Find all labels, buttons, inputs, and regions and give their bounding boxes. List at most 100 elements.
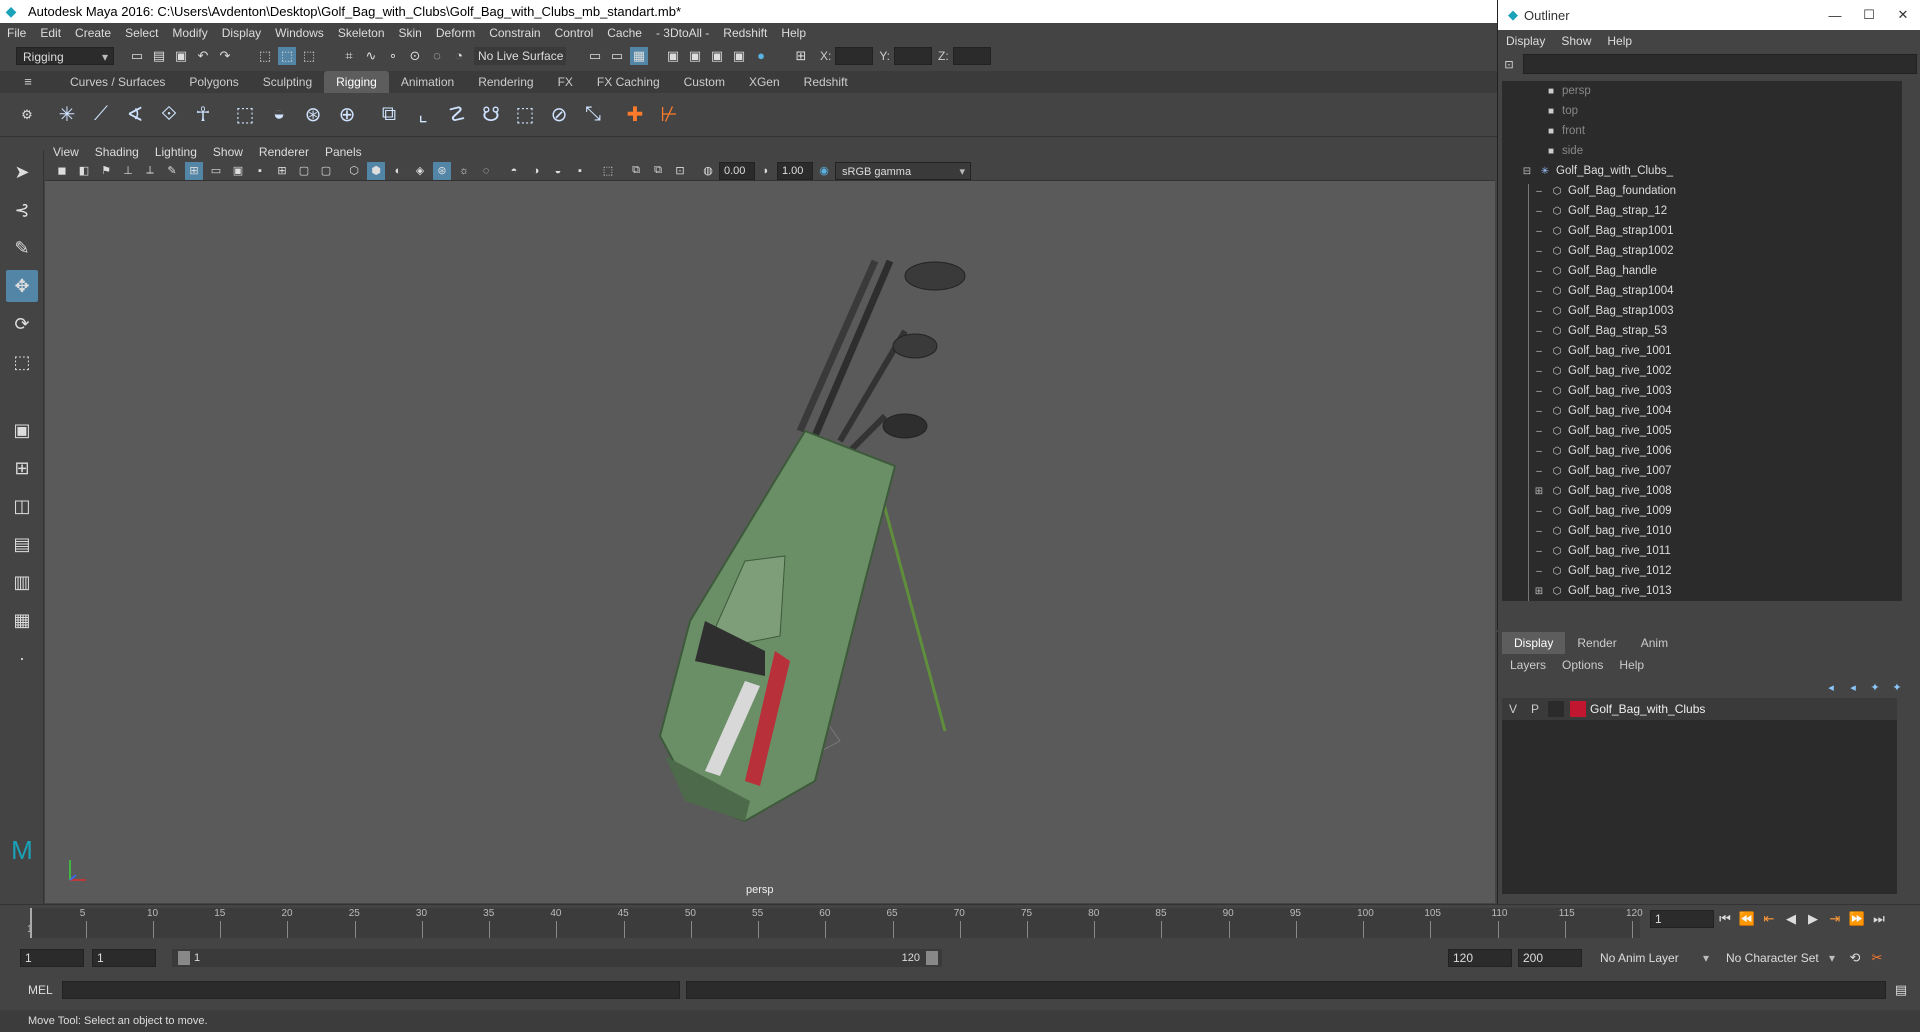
output-ops-icon[interactable]: ▭ <box>608 47 626 65</box>
go-to-end-icon[interactable]: ⏭ <box>1870 910 1888 928</box>
step-back-key-icon[interactable]: ⏪ <box>1738 910 1756 928</box>
select-component-icon[interactable]: ⬚ <box>300 47 318 65</box>
layer-visibility-toggle[interactable]: V <box>1502 702 1524 716</box>
collapse-icon[interactable]: ⊟ <box>1520 162 1534 182</box>
new-layer-selected-icon[interactable]: ✦ <box>1888 678 1906 696</box>
wrap-icon[interactable]: ⊛ <box>298 100 328 130</box>
paint-select-icon[interactable]: ✎ <box>6 232 38 264</box>
sidebar-toggle-icon[interactable]: ⊞ <box>792 47 810 65</box>
redo-icon[interactable]: ↷ <box>216 47 234 65</box>
close-icon[interactable]: ✕ <box>1894 6 1912 24</box>
menu-create[interactable]: Create <box>68 23 118 43</box>
mode-dropdown[interactable]: Rigging <box>16 46 114 66</box>
outliner-item-mesh[interactable]: – ⬡ Golf_Bag_handle <box>1502 261 1902 281</box>
outliner-item-mesh[interactable]: – ⬡ Golf_Bag_strap1001 <box>1502 221 1902 241</box>
range-inner-start-field[interactable]: 1 <box>92 949 156 967</box>
menu-edit[interactable]: Edit <box>33 23 68 43</box>
joint-tool-icon[interactable]: ✳ <box>52 100 82 130</box>
command-input[interactable] <box>62 981 680 999</box>
point-constraint-icon[interactable]: ⌞ <box>408 100 438 130</box>
select-tool-icon[interactable]: ➤ <box>6 156 38 188</box>
orient-constraint-icon[interactable]: ☋ <box>476 100 506 130</box>
undo-icon[interactable]: ↶ <box>194 47 212 65</box>
menu-redshift[interactable]: Redshift <box>716 23 774 43</box>
range-end-handle[interactable] <box>926 951 938 965</box>
script-editor-icon[interactable]: ▤ <box>1892 981 1910 999</box>
layer-menu-layers[interactable]: Layers <box>1502 658 1554 672</box>
maximize-icon[interactable]: ☐ <box>1860 6 1878 24</box>
render-view-icon[interactable]: ▣ <box>664 47 682 65</box>
character-set-dropdown[interactable]: No Character Set <box>1720 949 1840 967</box>
expand-icon[interactable]: ⊞ <box>1532 582 1546 601</box>
wireframe-icon[interactable]: ⬡ <box>345 162 363 180</box>
outliner-menu-show[interactable]: Show <box>1553 30 1599 52</box>
outliner-item-mesh[interactable]: – ⬡ Golf_bag_rive_1003 <box>1502 381 1902 401</box>
menu-3dtoall[interactable]: - 3DtoAll - <box>649 23 716 43</box>
image-plane-icon[interactable]: ⊥ <box>119 162 137 180</box>
outliner-item-mesh[interactable]: – ⬡ Golf_bag_rive_1004 <box>1502 401 1902 421</box>
outliner-item-mesh[interactable]: – ⬡ Golf_Bag_foundation <box>1502 181 1902 201</box>
x-field[interactable] <box>835 46 874 65</box>
2d-pan-zoom-icon[interactable]: ⟂ <box>141 162 159 180</box>
shelf-settings-icon[interactable]: ⚙ <box>18 106 36 124</box>
shelf-menu-icon[interactable]: ≡ <box>16 73 40 91</box>
xray-joints-icon[interactable]: ◑ <box>527 162 545 180</box>
outliner-item-mesh[interactable]: – ⬡ Golf_Bag_strap_53 <box>1502 321 1902 341</box>
layer-menu-options[interactable]: Options <box>1554 658 1611 672</box>
outliner-item-mesh[interactable]: – ⬡ Golf_bag_rive_1005 <box>1502 421 1902 441</box>
gate-mask-icon[interactable]: ▪ <box>251 162 269 180</box>
outliner-item-mesh[interactable]: – ⬡ Golf_bag_rive_1009 <box>1502 501 1902 521</box>
shelf-tab-fx-caching[interactable]: FX Caching <box>585 71 672 93</box>
bind-skin-icon[interactable]: ⧉ <box>374 100 404 130</box>
outliner-item-camera-persp[interactable]: ■ persp <box>1502 81 1902 101</box>
color-management-icon[interactable]: ◉ <box>815 162 833 180</box>
snap-curve-icon[interactable]: ∿ <box>362 47 380 65</box>
exposure-field[interactable]: 0.00 <box>719 161 755 180</box>
outliner-menu-display[interactable]: Display <box>1498 30 1553 52</box>
safe-action-icon[interactable]: ▢ <box>295 162 313 180</box>
panel-menu-renderer[interactable]: Renderer <box>251 143 317 161</box>
layout-single-icon[interactable]: ▣ <box>6 414 38 446</box>
outliner-filter-icon[interactable]: ⊡ <box>1500 55 1518 73</box>
step-forward-frame-icon[interactable]: ⇥ <box>1826 910 1844 928</box>
open-scene-icon[interactable]: ▤ <box>150 47 168 65</box>
xray-icon[interactable]: ◓ <box>505 162 523 180</box>
humanik-icon[interactable]: ☥ <box>188 100 218 130</box>
outliner-item-mesh[interactable]: – ⬡ Golf_Bag_strap1004 <box>1502 281 1902 301</box>
input-ops-icon[interactable]: ▭ <box>586 47 604 65</box>
time-slider[interactable]: 1 51015202530354045505560657075808590951… <box>27 908 1643 938</box>
menu-skeleton[interactable]: Skeleton <box>331 23 392 43</box>
camera-select-icon[interactable]: ◼ <box>53 162 71 180</box>
film-gate-icon[interactable]: ▭ <box>207 162 225 180</box>
shelf-tab-redshift[interactable]: Redshift <box>792 71 860 93</box>
panel-menu-shading[interactable]: Shading <box>87 143 147 161</box>
layer-tab-display[interactable]: Display <box>1502 632 1566 654</box>
insert-joint-icon[interactable]: ⟐ <box>154 100 184 130</box>
create-locator-icon[interactable]: ⊬ <box>654 100 684 130</box>
smooth-wire-icon[interactable]: ⧉ <box>627 162 645 180</box>
outliner-item-mesh[interactable]: – ⬡ Golf_bag_rive_1007 <box>1502 461 1902 481</box>
shelf-tab-sculpting[interactable]: Sculpting <box>251 71 324 93</box>
layer-name[interactable]: Golf_Bag_with_Clubs <box>1590 702 1705 716</box>
layer-tab-render[interactable]: Render <box>1565 632 1628 654</box>
rotate-tool-icon[interactable]: ⟳ <box>6 308 38 340</box>
go-to-start-icon[interactable]: ⏮ <box>1716 910 1734 928</box>
new-layer-icon[interactable]: ✦ <box>1866 678 1884 696</box>
layout-persp-outliner-icon[interactable]: ▤ <box>6 528 38 560</box>
menu-skin[interactable]: Skin <box>392 23 429 43</box>
isolate-select-icon[interactable]: ⬚ <box>599 162 617 180</box>
field-chart-icon[interactable]: ⊞ <box>273 162 291 180</box>
render-settings-icon[interactable]: ▣ <box>730 47 748 65</box>
menu-windows[interactable]: Windows <box>268 23 331 43</box>
outliner-item-camera-side[interactable]: ■ side <box>1502 141 1902 161</box>
select-hierarchy-icon[interactable]: ⬚ <box>256 47 274 65</box>
outliner-item-mesh[interactable]: – ⬡ Golf_bag_rive_1012 <box>1502 561 1902 581</box>
layout-four-icon[interactable]: ⊞ <box>6 452 38 484</box>
menu-modify[interactable]: Modify <box>165 23 214 43</box>
save-scene-icon[interactable]: ▣ <box>172 47 190 65</box>
xray-active-icon[interactable]: ◒ <box>549 162 567 180</box>
layer-playback-toggle[interactable]: P <box>1524 702 1546 716</box>
outliner-item-mesh[interactable]: – ⬡ Golf_Bag_strap1002 <box>1502 241 1902 261</box>
cluster-icon[interactable]: ⬚ <box>230 100 260 130</box>
menu-select[interactable]: Select <box>118 23 165 43</box>
